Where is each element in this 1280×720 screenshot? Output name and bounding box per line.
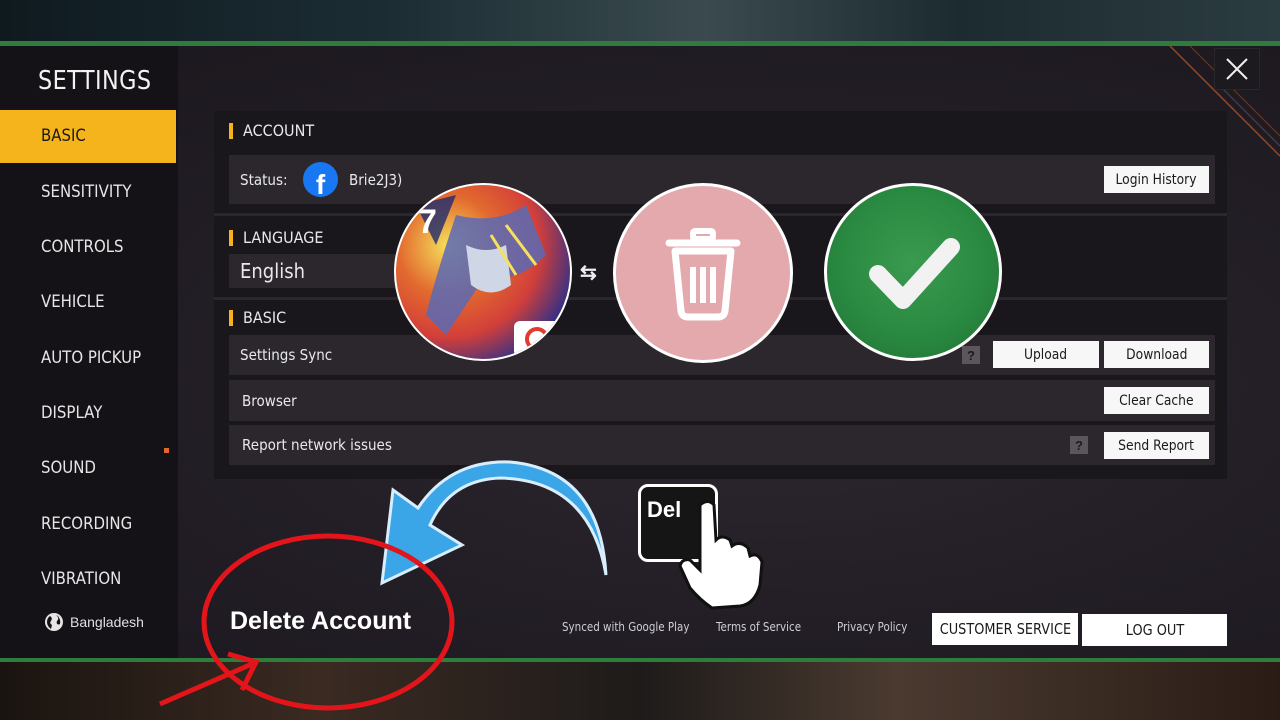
game-character-art: 7	[416, 195, 560, 357]
download-button[interactable]: Download	[1104, 341, 1209, 368]
settings-sync-label: Settings Sync	[240, 346, 333, 364]
svg-text:7: 7	[418, 203, 437, 241]
region-selector[interactable]: Bangladesh	[44, 612, 144, 632]
account-username: Brie2J3)	[349, 170, 403, 189]
game-logo-image: 7	[394, 183, 572, 361]
page-title: SETTINGS	[38, 66, 152, 96]
sidebar-item-vibration[interactable]: VIBRATION	[0, 553, 176, 591]
sidebar-item-display[interactable]: DISPLAY	[0, 387, 176, 440]
sidebar-item-controls[interactable]: CONTROLS	[0, 221, 176, 274]
logout-button[interactable]: LOG OUT	[1082, 614, 1227, 646]
sidebar-item-basic[interactable]: BASIC	[0, 110, 176, 163]
sidebar-item-auto-pickup[interactable]: AUTO PICKUP	[0, 332, 176, 385]
checkmark-icon	[824, 183, 1002, 361]
language-value: English	[240, 259, 305, 283]
delete-account-caption: Delete Account	[230, 607, 412, 635]
sidebar-item-sound[interactable]: SOUND	[0, 442, 176, 495]
privacy-policy-link[interactable]: Privacy Policy	[837, 620, 919, 634]
sidebar-item-recording[interactable]: RECORDING	[0, 498, 176, 551]
browser-label: Browser	[242, 391, 297, 410]
customer-service-button[interactable]: CUSTOMER SERVICE	[932, 613, 1078, 645]
globe-icon	[45, 613, 63, 631]
close-icon	[1226, 58, 1248, 80]
notification-dot	[164, 448, 169, 453]
swap-icon: ⇆	[580, 262, 597, 284]
help-icon[interactable]: ?	[1070, 436, 1088, 454]
browser-row: Browser	[229, 380, 1215, 421]
status-label: Status:	[240, 170, 288, 189]
sidebar-item-vehicle[interactable]: VEHICLE	[0, 276, 176, 329]
help-icon[interactable]: ?	[962, 346, 980, 364]
login-history-button[interactable]: Login History	[1104, 166, 1209, 193]
upload-button[interactable]: Upload	[993, 341, 1099, 368]
delete-key-icon: Del	[638, 484, 718, 562]
close-button[interactable]	[1214, 48, 1260, 90]
section-title-account: ACCOUNT	[229, 123, 322, 139]
section-title-basic: BASIC	[229, 310, 291, 326]
sidebar-item-sensitivity[interactable]: SENSITIVITY	[0, 166, 176, 219]
section-title-language: LANGUAGE	[229, 230, 332, 246]
trash-icon	[613, 183, 793, 363]
language-select[interactable]: English	[229, 254, 399, 288]
background-scenery-top	[0, 0, 1280, 44]
region-label: Bangladesh	[70, 614, 144, 630]
background-scenery-bottom	[0, 662, 1280, 720]
synced-google-play-link[interactable]: Synced with Google Play	[562, 620, 710, 634]
report-network-label: Report network issues	[242, 436, 392, 454]
terms-of-service-link[interactable]: Terms of Service	[716, 620, 815, 634]
clear-cache-button[interactable]: Clear Cache	[1104, 387, 1209, 414]
facebook-icon: f	[303, 162, 338, 197]
report-network-row: Report network issues	[229, 425, 1215, 465]
send-report-button[interactable]: Send Report	[1104, 432, 1209, 459]
